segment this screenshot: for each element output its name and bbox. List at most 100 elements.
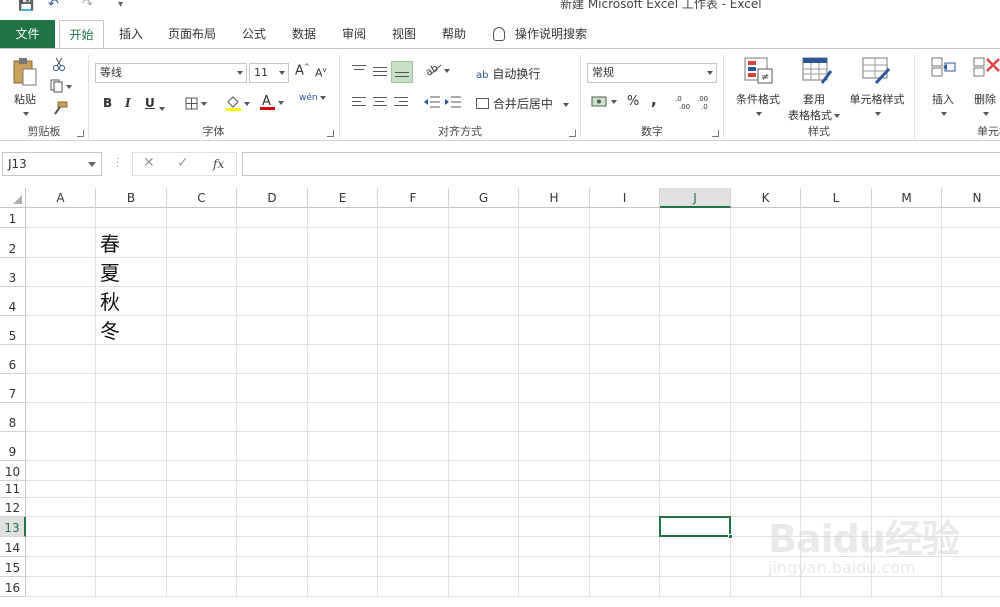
conditional-formatting-button[interactable]: 条件格式 (732, 91, 784, 120)
column-header-e[interactable]: E (308, 188, 378, 208)
row-header-9[interactable]: 9 (0, 432, 26, 461)
clipboard-launcher[interactable] (77, 130, 84, 137)
enter-icon[interactable]: ✓ (177, 155, 189, 171)
font-color-icon[interactable]: A (259, 93, 285, 114)
row-header-5[interactable]: 5 (0, 316, 26, 345)
row-header-4[interactable]: 4 (0, 287, 26, 316)
row-header-1[interactable]: 1 (0, 208, 26, 228)
row-header-13[interactable]: 13 (0, 517, 26, 537)
cell-styles-icon[interactable] (862, 57, 892, 88)
redo-icon[interactable]: ↷ (82, 0, 93, 12)
column-header-n[interactable]: N (942, 188, 1000, 208)
decrease-indent-icon[interactable] (424, 95, 440, 112)
column-header-j[interactable]: J (660, 188, 731, 208)
cell-b4[interactable]: 秋 (100, 290, 120, 314)
paste-button[interactable]: 粘贴 (8, 91, 42, 120)
format-as-table-icon[interactable] (802, 57, 833, 88)
active-cell-selection[interactable] (659, 516, 733, 539)
insert-cells-button[interactable]: 插入 (927, 91, 959, 120)
formula-bar-grip[interactable]: · · · (116, 155, 119, 173)
column-header-c[interactable]: C (167, 188, 237, 208)
alignment-launcher[interactable] (569, 130, 576, 137)
font-size-combo[interactable]: 11 (249, 63, 289, 83)
format-as-table-button[interactable]: 套用 表格格式 (784, 91, 844, 123)
column-header-g[interactable]: G (449, 188, 519, 208)
undo-icon[interactable]: ↶ (48, 0, 59, 12)
cut-icon[interactable] (52, 57, 66, 74)
copy-icon[interactable] (50, 79, 72, 96)
phonetic-button[interactable]: wén (299, 93, 326, 103)
tab-file[interactable]: 文件 (0, 20, 55, 48)
customize-quick-access-icon[interactable]: ▾ (118, 0, 123, 10)
decrease-decimal-icon[interactable]: .00.0 (697, 94, 715, 113)
align-top-icon[interactable] (352, 65, 366, 77)
delete-cells-button[interactable]: 删除 (969, 91, 1000, 120)
align-center-icon[interactable] (373, 97, 387, 109)
font-launcher[interactable] (327, 130, 334, 137)
align-bottom-icon[interactable] (391, 61, 413, 83)
shrink-font-button[interactable]: Av (315, 66, 327, 80)
row-header-10[interactable]: 10 (0, 461, 26, 481)
italic-button[interactable]: I (125, 96, 131, 110)
align-right-icon[interactable] (394, 97, 408, 109)
increase-decimal-icon[interactable]: .0.00 (675, 94, 693, 113)
column-header-d[interactable]: D (237, 188, 308, 208)
row-header-8[interactable]: 8 (0, 403, 26, 432)
row-header-11[interactable]: 11 (0, 481, 26, 498)
comma-button[interactable]: , (651, 91, 657, 109)
row-header-12[interactable]: 12 (0, 498, 26, 517)
tab-help[interactable]: 帮助 (432, 20, 476, 48)
column-header-f[interactable]: F (378, 188, 449, 208)
insert-function-icon[interactable]: fx (213, 157, 224, 171)
format-painter-icon[interactable] (52, 101, 68, 118)
name-box[interactable]: J13 (2, 152, 102, 176)
column-header-k[interactable]: K (731, 188, 801, 208)
borders-icon[interactable] (185, 97, 209, 114)
increase-indent-icon[interactable] (445, 95, 461, 112)
tab-insert[interactable]: 插入 (110, 20, 152, 48)
align-middle-icon[interactable] (373, 67, 387, 79)
column-header-l[interactable]: L (801, 188, 872, 208)
paste-icon[interactable] (12, 57, 38, 87)
grow-font-button[interactable]: A^ (295, 63, 310, 78)
tab-home[interactable]: 开始 (59, 20, 104, 49)
percent-button[interactable]: % (627, 94, 639, 109)
column-header-a[interactable]: A (26, 188, 96, 208)
underline-button[interactable]: U (145, 96, 155, 110)
tell-me-search[interactable]: 操作说明搜索 (493, 20, 587, 48)
column-header-b[interactable]: B (96, 188, 167, 208)
select-all-button[interactable] (0, 188, 26, 208)
font-name-combo[interactable]: 等线 (95, 63, 247, 83)
delete-cells-icon[interactable] (973, 57, 1000, 88)
row-header-2[interactable]: 2 (0, 228, 26, 258)
row-header-16[interactable]: 16 (0, 577, 26, 597)
cancel-icon[interactable]: ✕ (143, 155, 155, 171)
column-header-m[interactable]: M (872, 188, 942, 208)
insert-cells-icon[interactable] (931, 57, 959, 88)
tab-view[interactable]: 视图 (382, 20, 426, 48)
tab-formulas[interactable]: 公式 (232, 20, 276, 48)
row-header-15[interactable]: 15 (0, 557, 26, 577)
conditional-formatting-icon[interactable]: ≠ (744, 57, 774, 88)
wrap-text-button[interactable]: ab 自动换行 (476, 65, 540, 82)
orientation-icon[interactable]: ab (424, 61, 450, 80)
save-icon[interactable]: 💾 (18, 0, 34, 12)
column-header-h[interactable]: H (519, 188, 590, 208)
number-launcher[interactable] (712, 130, 719, 137)
row-header-3[interactable]: 3 (0, 258, 26, 287)
underline-dropdown-icon[interactable] (157, 101, 165, 115)
cell-styles-button[interactable]: 单元格样式 (846, 91, 908, 120)
bold-button[interactable]: B (103, 96, 112, 110)
cell-b5[interactable]: 冬 (100, 319, 120, 343)
fill-color-icon[interactable] (225, 94, 251, 115)
tab-review[interactable]: 审阅 (332, 20, 376, 48)
column-header-i[interactable]: I (590, 188, 660, 208)
row-header-14[interactable]: 14 (0, 537, 26, 557)
merge-center-button[interactable]: 合并后居中 (476, 95, 569, 112)
formula-input[interactable] (242, 152, 1000, 176)
number-format-combo[interactable]: 常规 (587, 63, 717, 83)
cell-b3[interactable]: 夏 (100, 261, 120, 285)
currency-icon[interactable] (591, 95, 619, 112)
cell-b2[interactable]: 春 (100, 232, 120, 256)
tab-data[interactable]: 数据 (282, 20, 326, 48)
